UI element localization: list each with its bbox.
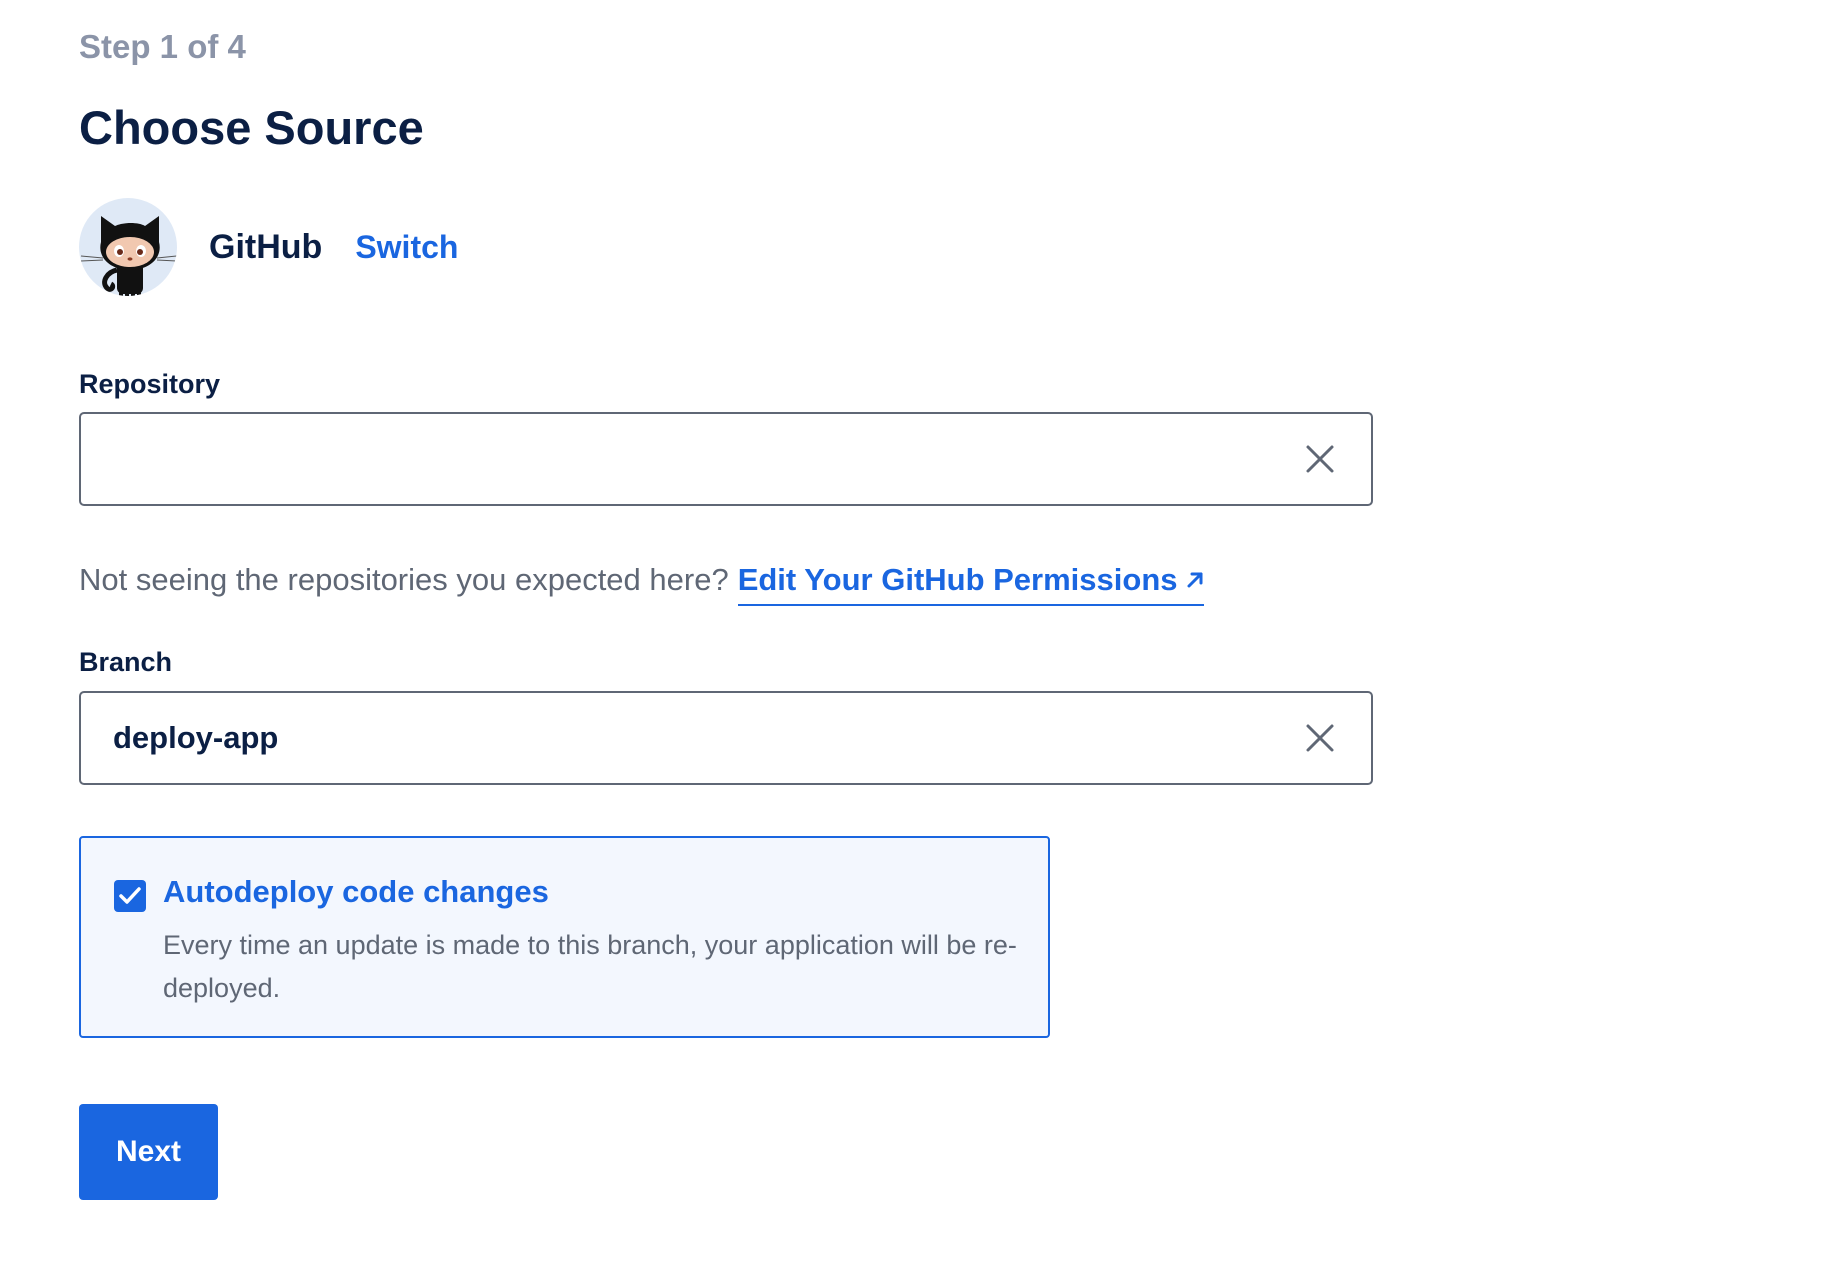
repository-label: Repository <box>79 369 221 399</box>
edit-github-permissions-label: Edit Your GitHub Permissions <box>737 562 1178 597</box>
provider-name: GitHub <box>209 227 323 266</box>
permissions-help: Not seeing the repositories you expected… <box>79 562 1204 606</box>
switch-provider-link[interactable]: Switch <box>355 229 458 266</box>
github-octocat-icon <box>79 198 177 296</box>
autodeploy-option[interactable]: Autodeploy code changes Every time an up… <box>79 836 1050 1038</box>
source-provider: GitHub Switch <box>79 198 458 296</box>
external-link-arrow-icon <box>1187 572 1202 588</box>
page-title: Choose Source <box>79 101 424 154</box>
repository-input[interactable] <box>113 414 1263 504</box>
checkmark-icon <box>119 887 141 904</box>
autodeploy-title[interactable]: Autodeploy code changes <box>163 874 549 910</box>
branch-input[interactable] <box>113 693 1263 783</box>
autodeploy-description: Every time an update is made to this bra… <box>163 930 1017 1003</box>
close-icon[interactable] <box>1302 720 1338 756</box>
edit-github-permissions-link[interactable]: Edit Your GitHub Permissions <box>737 562 1204 606</box>
step-indicator: Step 1 of 4 <box>79 28 246 65</box>
branch-label: Branch <box>79 647 173 677</box>
close-icon[interactable] <box>1302 441 1338 477</box>
branch-select[interactable] <box>79 691 1373 785</box>
next-button[interactable]: Next <box>79 1104 218 1200</box>
autodeploy-checkbox[interactable] <box>114 880 146 912</box>
repository-select[interactable] <box>79 412 1373 506</box>
permissions-help-text: Not seeing the repositories you expected… <box>79 562 729 597</box>
